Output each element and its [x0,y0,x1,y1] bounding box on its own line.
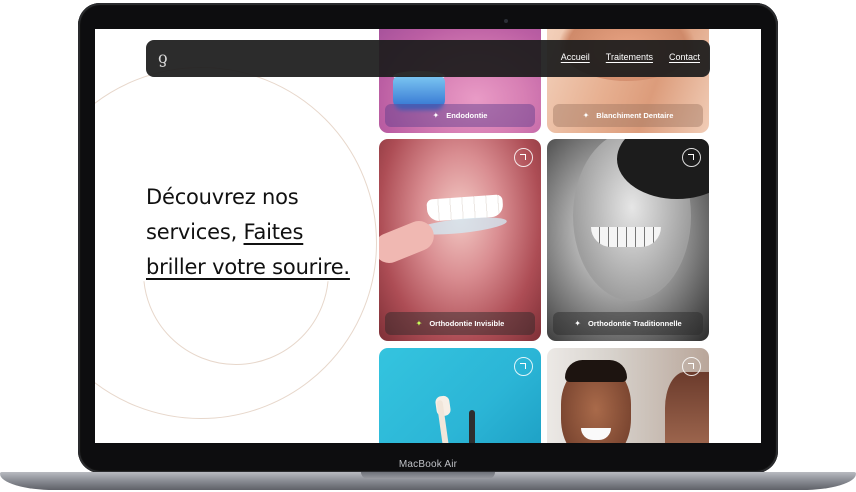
service-label: Blanchiment Dentaire [596,111,674,120]
nav-links: Accueil Traitements Contact [561,52,700,62]
sparkle-icon: ✦ [574,318,581,328]
toothbrush-shape [469,410,475,443]
service-label-pill: ✦ Orthodontie Invisible [385,312,535,335]
brand-logo-icon[interactable]: ƍ [158,49,172,67]
arrow-corner-icon[interactable] [682,148,701,167]
sparkle-icon: ✦ [432,110,440,120]
nav-link-contact[interactable]: Contact [669,52,700,62]
arrow-corner-icon[interactable] [682,357,701,376]
hero-heading: Découvrez nos services, Faites briller v… [146,180,386,285]
laptop-notch [361,472,495,479]
sparkle-icon: ✦ [415,318,423,328]
hero-line-1: Découvrez nos [146,185,299,209]
device-label: MacBook Air [398,459,458,470]
website-screen: ƍ Accueil Traitements Contact Découvrez … [95,29,761,443]
service-label: Orthodontie Traditionnelle [587,319,682,328]
arrow-corner-icon[interactable] [514,357,533,376]
camera-dot [504,19,508,23]
service-card-orthodontie-invisible[interactable]: ✦ Orthodontie Invisible [379,139,541,341]
top-navbar: ƍ Accueil Traitements Contact [146,40,710,77]
hero-line-2-text: services, [146,220,244,244]
service-label: Orthodontie Invisible [429,319,505,328]
hero-link-briller[interactable]: briller votre sourire. [146,255,350,279]
arrow-corner-icon[interactable] [514,148,533,167]
nav-link-traitements[interactable]: Traitements [606,52,653,62]
dentist-shape [665,372,709,443]
service-label-pill: ✦ Endodontie [385,104,535,127]
service-card-orthodontie-traditionnelle[interactable]: ✦ Orthodontie Traditionnelle [547,139,709,341]
service-card-toothbrush[interactable] [379,348,541,443]
service-card-patient[interactable] [547,348,709,443]
service-label-pill: ✦ Blanchiment Dentaire [553,104,703,127]
braces-smile-shape [591,227,661,247]
hero-link-faites[interactable]: Faites [244,220,304,244]
nav-link-accueil[interactable]: Accueil [561,52,590,62]
service-label: Endodontie [446,111,488,120]
patient-hair-shape [565,360,627,382]
service-label-pill: ✦ Orthodontie Traditionnelle [553,312,703,335]
sparkle-icon: ✦ [582,110,590,120]
